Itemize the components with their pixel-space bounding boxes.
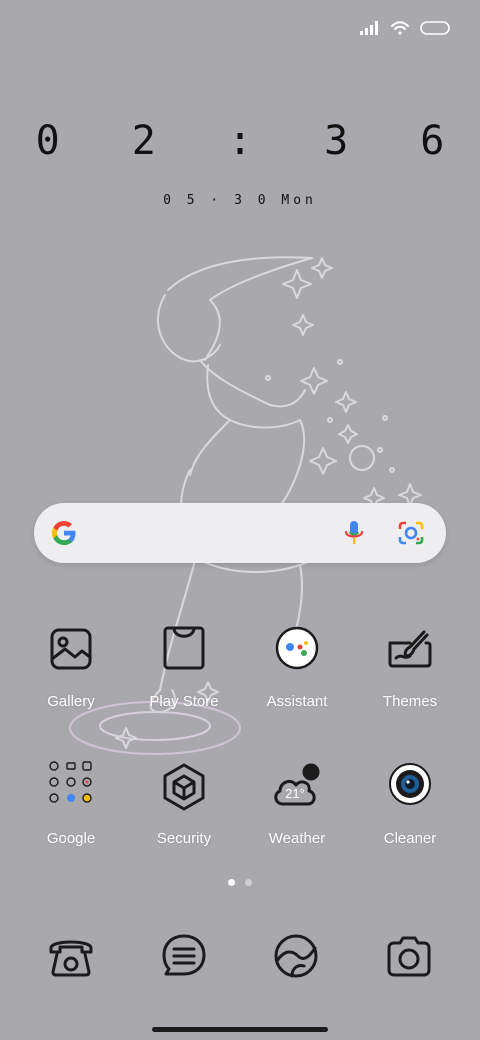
app-cleaner[interactable]: Cleaner (355, 760, 465, 847)
status-bar (360, 14, 450, 42)
home-gesture-bar[interactable] (152, 1027, 328, 1032)
app-play-store[interactable]: Play Store (129, 623, 239, 710)
browser-icon[interactable] (268, 928, 324, 984)
page-dot[interactable] (245, 879, 252, 886)
phone-icon[interactable] (43, 928, 99, 984)
google-lens-icon[interactable] (397, 520, 425, 546)
google-search-bar[interactable] (34, 503, 446, 563)
gallery-icon (50, 628, 92, 670)
wifi-icon (391, 21, 409, 35)
themes-icon (388, 630, 432, 668)
app-label: Cleaner (383, 830, 437, 847)
page-indicator[interactable] (228, 879, 252, 886)
app-assistant[interactable]: Assistant (242, 623, 352, 710)
clock-date[interactable]: 0 5 · 3 0 Mon (0, 193, 480, 208)
app-label: Security (156, 830, 212, 847)
page-dot-active[interactable] (228, 879, 235, 886)
clock-time[interactable]: 0 2 : 3 6 (0, 118, 480, 164)
messages-icon[interactable] (156, 928, 212, 984)
weather-icon: 21° (274, 763, 320, 806)
camera-icon[interactable] (381, 928, 437, 984)
app-themes[interactable]: Themes (355, 623, 465, 710)
app-label: Google (46, 830, 96, 847)
app-label: Gallery (47, 693, 95, 710)
app-gallery[interactable]: Gallery (16, 623, 126, 710)
weather-temp: 21° (285, 786, 305, 801)
google-folder-icon (49, 761, 92, 803)
app-label: Themes (382, 693, 438, 710)
cleaner-icon (389, 763, 431, 805)
app-label: Play Store (149, 693, 219, 710)
signal-bars-icon (360, 21, 378, 35)
app-label: Assistant (266, 693, 328, 710)
app-google-folder[interactable]: Google (16, 760, 126, 847)
app-security[interactable]: Security (129, 760, 239, 847)
security-icon (163, 763, 205, 811)
google-g-icon (52, 521, 76, 545)
microphone-icon[interactable] (341, 519, 367, 547)
battery-icon (420, 21, 450, 35)
app-weather[interactable]: 21° Weather (242, 760, 352, 847)
play-store-icon (163, 626, 205, 670)
app-label: Weather (268, 830, 326, 847)
assistant-icon (275, 626, 319, 670)
